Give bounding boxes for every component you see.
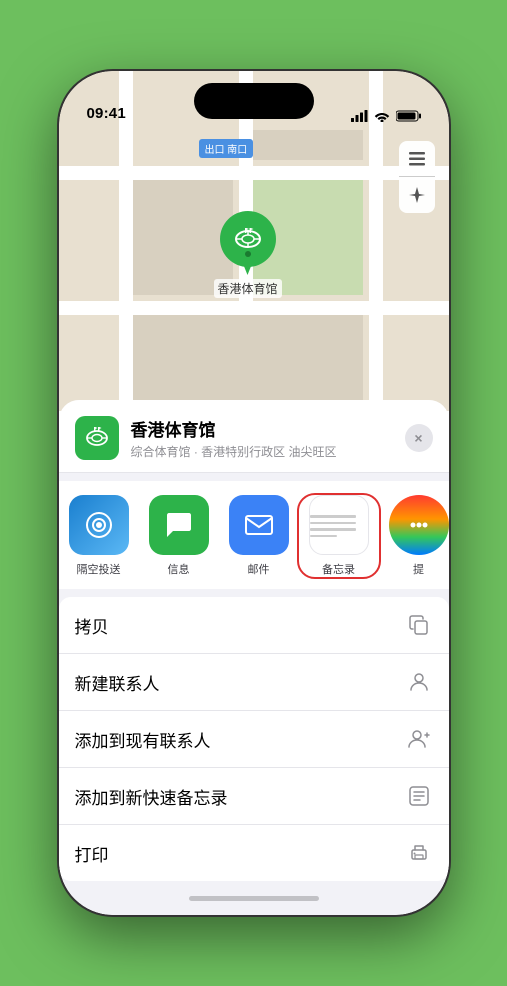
note-icon <box>405 782 433 810</box>
notes-line <box>310 535 338 538</box>
action-quick-note[interactable]: 添加到新快速备忘录 <box>59 768 449 825</box>
status-time: 09:41 <box>87 105 126 122</box>
map-layers-button[interactable] <box>399 141 435 177</box>
map-south-entrance: 出口 南口 <box>199 139 254 158</box>
bottom-sheet: 香港体育馆 综合体育馆 · 香港特别行政区 油尖旺区 × <box>59 400 449 915</box>
notes-line <box>310 522 356 525</box>
print-icon <box>405 839 433 867</box>
notes-lines <box>309 507 362 543</box>
map-block <box>133 315 363 405</box>
mail-label: 邮件 <box>248 561 270 577</box>
person-icon <box>405 668 433 696</box>
more-label: 提 <box>413 561 424 577</box>
pin-circle <box>220 211 276 267</box>
venue-subtitle: 综合体育馆 · 香港特别行政区 油尖旺区 <box>131 443 393 460</box>
action-new-contact-label: 新建联系人 <box>75 670 160 695</box>
venue-pin[interactable]: 香港体育馆 <box>214 211 282 298</box>
action-copy-label: 拷贝 <box>75 613 109 638</box>
action-copy[interactable]: 拷贝 <box>59 597 449 654</box>
sheet-header: 香港体育馆 综合体育馆 · 香港特别行政区 油尖旺区 × <box>59 400 449 473</box>
wifi-icon <box>374 110 390 122</box>
signal-icon <box>351 110 368 122</box>
close-button[interactable]: × <box>405 424 433 452</box>
battery-icon <box>396 110 421 122</box>
phone-frame: 09:41 <box>59 71 449 915</box>
action-print-label: 打印 <box>75 841 109 866</box>
notes-line <box>310 515 356 518</box>
copy-icon <box>405 611 433 639</box>
action-list: 拷贝 新建联系人 <box>59 597 449 881</box>
pin-dot <box>245 251 251 257</box>
action-add-existing[interactable]: 添加到现有联系人 <box>59 711 449 768</box>
mail-icon <box>229 495 289 555</box>
map-location-button[interactable] <box>399 177 435 213</box>
person-add-icon <box>405 725 433 753</box>
venue-icon <box>75 416 119 460</box>
map-road <box>59 301 449 315</box>
more-icon <box>389 495 449 555</box>
action-add-existing-label: 添加到现有联系人 <box>75 727 211 752</box>
status-icons <box>351 110 421 122</box>
phone-screen: 09:41 <box>59 71 449 915</box>
share-item-more[interactable]: 提 <box>379 495 449 577</box>
share-item-notes[interactable]: 备忘录 <box>299 495 379 577</box>
messages-icon <box>149 495 209 555</box>
airdrop-icon <box>69 495 129 555</box>
dynamic-island <box>194 83 314 119</box>
share-item-airdrop[interactable]: 隔空投送 <box>59 495 139 577</box>
notes-label: 备忘录 <box>322 561 355 577</box>
notes-line <box>310 528 356 531</box>
action-new-contact[interactable]: 新建联系人 <box>59 654 449 711</box>
venue-name: 香港体育馆 <box>131 416 393 441</box>
action-quick-note-label: 添加到新快速备忘录 <box>75 784 228 809</box>
share-item-messages[interactable]: 信息 <box>139 495 219 577</box>
map-road <box>59 166 449 180</box>
action-print[interactable]: 打印 <box>59 825 449 881</box>
share-item-mail[interactable]: 邮件 <box>219 495 299 577</box>
pin-label: 香港体育馆 <box>214 279 282 298</box>
messages-label: 信息 <box>168 561 190 577</box>
notes-icon <box>309 495 369 555</box>
map-block <box>253 130 363 160</box>
share-row: 隔空投送 信息 <box>59 481 449 589</box>
home-indicator <box>59 881 449 915</box>
home-bar <box>189 896 319 901</box>
airdrop-label: 隔空投送 <box>77 561 121 577</box>
map-controls <box>399 141 435 213</box>
venue-info: 香港体育馆 综合体育馆 · 香港特别行政区 油尖旺区 <box>131 416 393 460</box>
